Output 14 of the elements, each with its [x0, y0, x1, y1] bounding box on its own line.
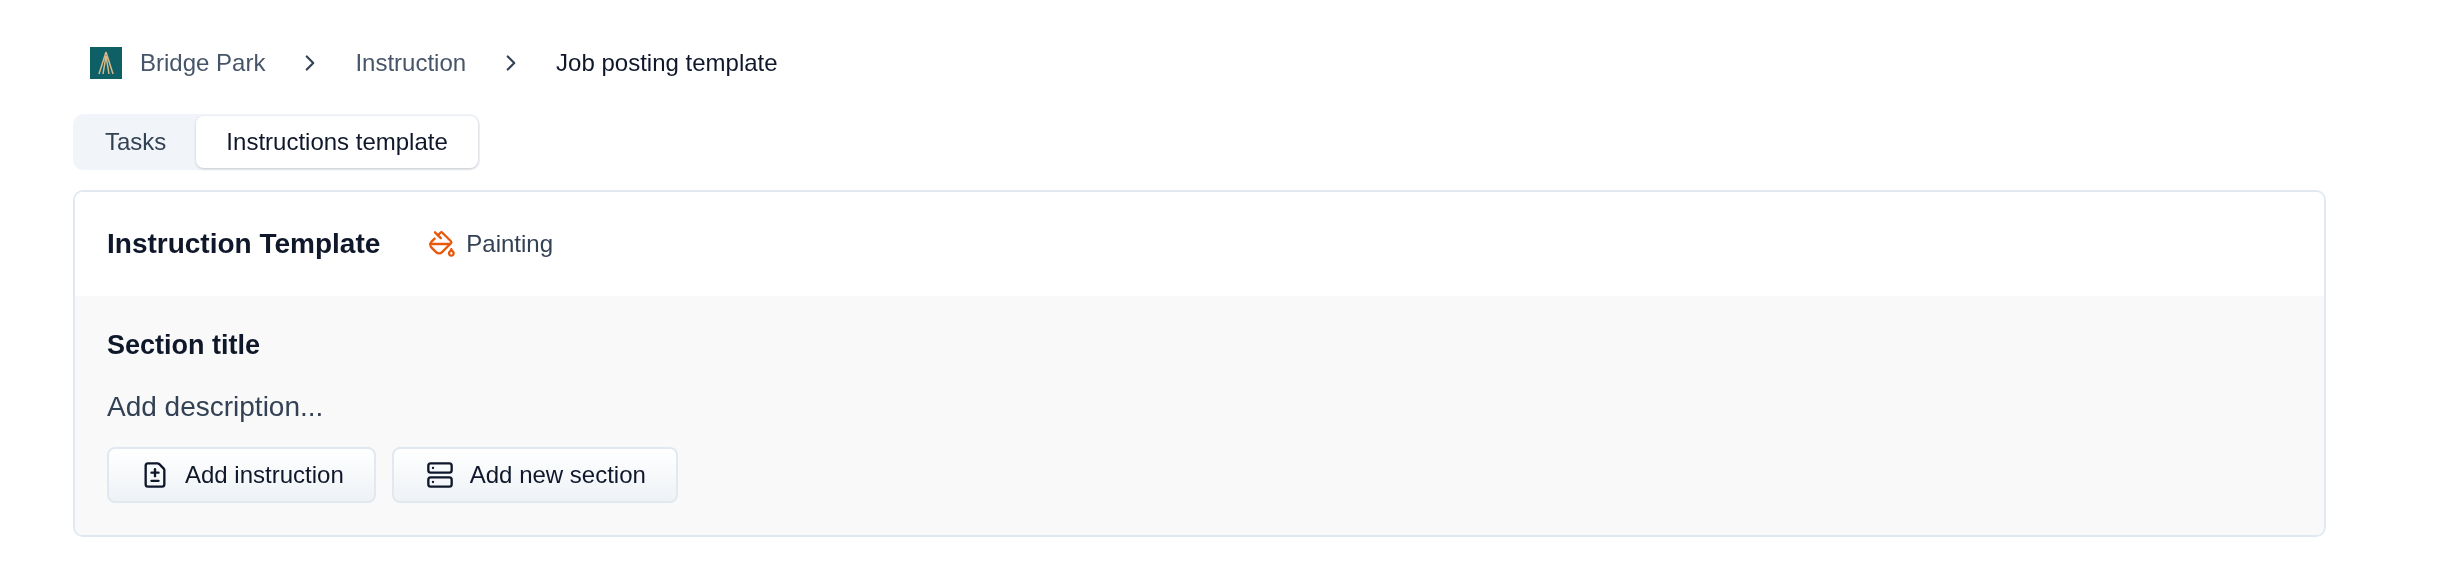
breadcrumb-link[interactable]: Instruction [355, 49, 467, 77]
logo-icon [90, 47, 122, 79]
paint-bucket-icon [428, 230, 457, 258]
server-icon [425, 461, 454, 489]
description-field[interactable]: Add description... [107, 391, 707, 423]
tab[interactable]: Tasks [75, 116, 197, 168]
section-title: Section title [107, 330, 261, 361]
breadcrumb-link[interactable]: Bridge Park [140, 49, 266, 77]
tab[interactable]: Instructions template [196, 116, 478, 168]
card-title: Instruction Template [107, 228, 381, 260]
breadcrumb-current: Job posting template [556, 49, 778, 77]
add-section-button[interactable]: Add new section [391, 447, 678, 503]
category-label: Painting [466, 230, 554, 258]
add-instruction-button[interactable]: Add instruction [107, 447, 376, 503]
